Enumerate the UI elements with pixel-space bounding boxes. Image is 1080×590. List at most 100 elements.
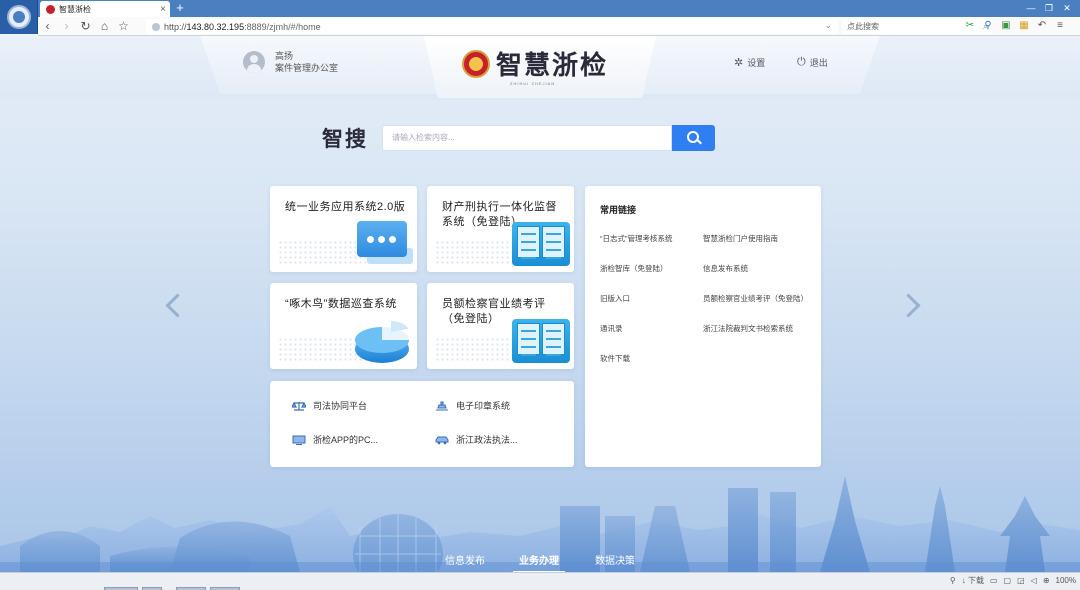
system-card-title: “啄木鸟”数据巡查系统 <box>285 298 397 310</box>
logout-button[interactable]: ⏻ 退出 <box>797 56 828 69</box>
stamp-icon <box>435 400 449 411</box>
quick-link-label: 浙江政法执法... <box>456 435 518 445</box>
site-favicon-icon <box>46 4 55 14</box>
link-address-book[interactable]: 通讯录 <box>600 323 623 334</box>
carousel-next-arrow-icon[interactable] <box>904 291 920 317</box>
car-icon <box>435 435 449 445</box>
link-court-judgments[interactable]: 浙江法院裁判文书检索系统 <box>703 323 793 334</box>
quick-link-app-pc[interactable]: 浙检APP的PC... <box>292 433 378 446</box>
undo-icon[interactable]: ↶ <box>1035 19 1049 33</box>
open-book-icon <box>512 315 572 365</box>
browser-status-bar: ⚲ ↓ 下载 ▭ ▢ ◲ ◁ ⊕ 100% <box>0 572 1080 590</box>
link-info-release[interactable]: 信息发布系统 <box>703 263 748 274</box>
pin-icon[interactable]: ⚲ <box>950 576 956 585</box>
browser-toolbar: ‹ › ↻ ⌂ ☆ http:// 143.80.32.195 :8889/zj… <box>38 17 1080 36</box>
link-old-entry[interactable]: 旧版入口 <box>600 293 630 304</box>
settings-label: 设置 <box>747 58 766 68</box>
url-path: :8889/zjmh/#/home <box>244 21 321 32</box>
logo-title: 智慧浙检 <box>496 51 609 81</box>
common-links-title: 常用链接 <box>600 205 637 218</box>
user-profile[interactable]: 高扬 案件管理办公室 <box>243 50 338 74</box>
browser-tab-title: 智慧浙检 <box>59 4 91 14</box>
monitor-icon <box>292 435 306 445</box>
download-icon[interactable]: ↓ 下载 <box>962 575 984 586</box>
carousel-prev-arrow-icon[interactable] <box>164 291 180 317</box>
address-dropdown-icon[interactable]: ⌄ <box>824 20 832 31</box>
back-icon[interactable]: ‹ <box>38 18 57 35</box>
find-icon[interactable]: ⚲ <box>981 19 995 33</box>
tab-data-decision[interactable]: 数据决策 <box>595 552 635 567</box>
procuratorate-emblem-icon <box>462 49 490 78</box>
link-log-management[interactable]: “日志式”管理考核系统 <box>600 233 673 244</box>
minimize-icon[interactable]: — <box>1022 1 1040 15</box>
quick-links-card: 司法协同平台 电子印章系统 浙检APP的PC... 浙江政法执法... <box>270 381 574 467</box>
reload-icon[interactable]: ↻ <box>76 18 95 35</box>
tab-close-icon[interactable]: × <box>156 4 170 15</box>
quick-link-e-seal[interactable]: 电子印章系统 <box>435 399 510 412</box>
logout-label: 退出 <box>809 58 828 68</box>
system-card-performance-review[interactable]: 员额检察官业绩考评（免登陆） <box>427 283 574 369</box>
link-think-tank[interactable]: 浙检智库（免登陆） <box>600 263 668 274</box>
address-bar[interactable]: http:// 143.80.32.195 :8889/zjmh/#/home … <box>146 19 838 34</box>
search-title: 智搜 <box>322 126 368 151</box>
settings-button[interactable]: ✲ 设置 <box>734 56 765 69</box>
quick-link-law-enforcement[interactable]: 浙江政法执法... <box>435 433 518 446</box>
search-input[interactable]: 请输入检索内容... <box>382 125 672 151</box>
browser-search-placeholder: 点此搜索 <box>847 22 879 31</box>
zoom-icon[interactable]: ⊕ <box>1043 576 1050 585</box>
menu-icon[interactable]: ≡ <box>1053 19 1067 33</box>
status-icons: ⚲ ↓ 下载 ▭ ▢ ◲ ◁ ⊕ 100% <box>950 575 1076 586</box>
browser-app-icon[interactable] <box>0 0 38 34</box>
browser-extension-icons: ✂ ⚲ ▣ ▦ ↶ ≡ <box>963 19 1067 33</box>
system-card-title: 统一业务应用系统2.0版 <box>285 201 406 213</box>
new-tab-button[interactable]: + <box>172 1 188 16</box>
site-logo: 智慧浙检 <box>462 45 608 82</box>
close-window-icon[interactable]: ✕ <box>1058 1 1076 15</box>
user-department: 案件管理办公室 <box>275 63 339 73</box>
avatar <box>243 51 265 73</box>
link-software-download[interactable]: 软件下载 <box>600 353 630 364</box>
quick-link-label: 电子印章系统 <box>456 401 511 411</box>
browser-tab-bar: 智慧浙检 × + — ❐ ✕ <box>0 0 1080 17</box>
home-icon[interactable]: ⌂ <box>95 18 114 35</box>
restore-icon[interactable]: ❐ <box>1040 1 1058 15</box>
quick-link-label: 浙检APP的PC... <box>313 435 379 445</box>
gear-icon: ✲ <box>734 57 744 69</box>
favorite-star-icon[interactable]: ☆ <box>114 18 133 35</box>
browser-tab[interactable]: 智慧浙检 × <box>40 1 170 17</box>
window-controls: — ❐ ✕ <box>1022 1 1076 15</box>
emblem-icon <box>6 5 31 29</box>
url-host: 143.80.32.195 <box>186 21 245 32</box>
screenshot-icon[interactable]: ◲ <box>1017 576 1025 585</box>
tab-business-handling[interactable]: 业务办理 <box>513 552 565 572</box>
tab-info-release[interactable]: 信息发布 <box>445 552 485 567</box>
clipboard-icon[interactable]: ▢ <box>1004 576 1012 585</box>
open-book-icon <box>512 218 572 268</box>
logo-subtitle: ZHIHUI ZHEJIAN <box>510 81 556 86</box>
extension-icon[interactable]: ▣ <box>999 19 1013 33</box>
common-links-card: 常用链接 “日志式”管理考核系统 智慧浙检门户使用指南 浙检智库（免登陆） 信息… <box>585 186 821 467</box>
scales-icon <box>291 401 307 411</box>
chat-bubble-icon <box>353 218 415 268</box>
system-card-property-execution[interactable]: 财产刑执行一体化监督系统（免登陆） <box>427 186 574 272</box>
quick-link-label: 司法协同平台 <box>313 401 368 411</box>
quick-link-judicial-platform[interactable]: 司法协同平台 <box>291 399 368 412</box>
portal-page: 高扬 案件管理办公室 智慧浙检 ZHIHUI ZHEJIAN ✲ 设置 ⏻ 退出… <box>0 36 1080 572</box>
apps-icon[interactable]: ▦ <box>1017 19 1031 33</box>
page-icon[interactable]: ▭ <box>990 576 998 585</box>
system-card-woodpecker[interactable]: “啄木鸟”数据巡查系统 <box>270 283 417 369</box>
cut-icon[interactable]: ✂ <box>963 19 977 33</box>
bottom-tab-bar: 信息发布 业务办理 数据决策 <box>0 544 1080 572</box>
site-info-icon[interactable] <box>152 22 160 31</box>
link-portal-guide[interactable]: 智慧浙检门户使用指南 <box>703 233 778 244</box>
forward-icon[interactable]: › <box>57 18 76 35</box>
sound-icon[interactable]: ◁ <box>1031 576 1037 585</box>
zoom-level[interactable]: 100% <box>1056 576 1076 585</box>
power-icon: ⏻ <box>797 56 806 68</box>
user-name: 高扬 <box>275 51 294 61</box>
link-performance-review[interactable]: 员额检察官业绩考评（免登陆） <box>703 293 808 304</box>
url-prefix: http:// <box>164 21 187 32</box>
system-card-unified-business[interactable]: 统一业务应用系统2.0版 <box>270 186 417 272</box>
pie-chart-icon <box>353 319 413 365</box>
search-button[interactable] <box>672 125 715 151</box>
